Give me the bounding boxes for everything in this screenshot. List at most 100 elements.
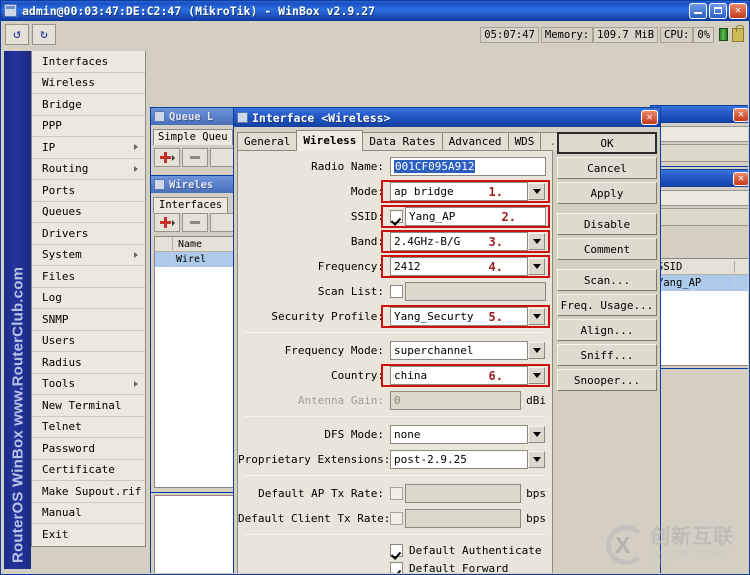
menu-label: Bridge (42, 97, 82, 111)
sidebar-item-users[interactable]: Users (32, 331, 145, 352)
default-client-tx-rate-checkbox[interactable] (390, 512, 403, 525)
sidebar-item-log[interactable]: Log (32, 288, 145, 309)
scan-button[interactable]: Scan... (557, 269, 657, 291)
sidebar-item-wireless[interactable]: Wireless (32, 73, 145, 94)
scan-list-checkbox[interactable] (390, 285, 403, 298)
tab-wds[interactable]: WDS (507, 132, 542, 151)
menu-label: Radius (42, 355, 82, 369)
field-security-profile: Security Profile: Yang_Securty 5. (238, 305, 552, 328)
default-forward-checkbox[interactable] (390, 562, 403, 573)
dfs-mode-dropdown-button[interactable] (528, 426, 545, 443)
sidebar-item-routing[interactable]: Routing (32, 159, 145, 180)
band-select[interactable]: 2.4GHz-B/G 3. (390, 232, 528, 251)
comment-button[interactable]: Comment (557, 238, 657, 260)
sidebar-item-ports[interactable]: Ports (32, 180, 145, 202)
security-profile-dropdown-button[interactable] (528, 308, 545, 325)
tab-simple-queues[interactable]: Simple Queu (153, 129, 233, 145)
radio-name-input[interactable]: 001CF095A912 (390, 157, 546, 176)
sidebar-item-certificate[interactable]: Certificate (32, 460, 145, 481)
country-dropdown-button[interactable] (528, 367, 545, 384)
ssid-checkbox[interactable] (390, 210, 403, 223)
sidebar-item-files[interactable]: Files (32, 266, 145, 288)
close-icon[interactable]: ✕ (729, 2, 747, 19)
sidebar-item-ip[interactable]: IP (32, 137, 145, 159)
sidebar-item-interfaces[interactable]: Interfaces (32, 51, 145, 73)
sidebar-item-manual[interactable]: Manual (32, 503, 145, 524)
sidebar-item-password[interactable]: Password (32, 438, 145, 460)
default-authenticate-checkbox[interactable] (390, 544, 403, 557)
sidebar-item-exit[interactable]: Exit (32, 524, 145, 546)
maximize-button[interactable] (709, 2, 727, 19)
country-value: china (394, 369, 428, 382)
scan-list-input[interactable] (405, 282, 546, 301)
snooper-button[interactable]: Snooper... (557, 369, 657, 391)
remove-interface-button[interactable] (182, 213, 208, 232)
sidebar-item-queues[interactable]: Queues (32, 202, 145, 223)
dialog-titlebar: Interface <Wireless> ✕ (234, 108, 660, 127)
frequency-mode-dropdown-button[interactable] (528, 342, 545, 359)
close-icon[interactable]: ✕ (733, 171, 748, 186)
header-name-column: Name (178, 238, 203, 250)
add-queue-button[interactable] (154, 148, 180, 167)
minimize-button[interactable] (689, 2, 707, 19)
ok-button[interactable]: OK (557, 132, 657, 154)
proprietary-extensions-select[interactable]: post-2.9.25 (390, 450, 528, 469)
disable-button[interactable]: Disable (557, 213, 657, 235)
undo-icon[interactable]: ↺ (5, 24, 29, 45)
sidebar-item-ppp[interactable]: PPP (32, 116, 145, 137)
sidebar-item-bridge[interactable]: Bridge (32, 94, 145, 116)
align-button[interactable]: Align... (557, 319, 657, 341)
right-window-1-panel (653, 126, 748, 142)
country-select[interactable]: china 6. (390, 366, 528, 385)
sidebar-item-make-supout[interactable]: Make Supout.rif (32, 481, 145, 503)
tab-general[interactable]: General (237, 132, 298, 151)
menu-label: Ports (42, 183, 76, 197)
field-default-forward[interactable]: Default Forward (238, 560, 552, 573)
default-ap-tx-rate-label: Default AP Tx Rate: (258, 487, 384, 500)
redo-icon[interactable]: ↻ (32, 24, 56, 45)
radio-name-label: Radio Name: (311, 160, 384, 173)
close-icon[interactable]: ✕ (641, 110, 658, 125)
dfs-mode-select[interactable]: none (390, 425, 528, 444)
frequency-dropdown-button[interactable] (528, 258, 545, 275)
sidebar-item-drivers[interactable]: Drivers (32, 223, 145, 245)
freq-usage-button[interactable]: Freq. Usage... (557, 294, 657, 316)
menu-label: IP (42, 140, 56, 154)
default-ap-tx-rate-checkbox[interactable] (390, 487, 403, 500)
remove-queue-button[interactable] (182, 148, 208, 167)
ssid-input[interactable]: Yang_AP 2. (405, 207, 546, 226)
chevron-down-icon (532, 314, 541, 319)
right-background-window-2[interactable]: ✕ SSID Yang_AP (650, 169, 748, 369)
mode-dropdown-button[interactable] (528, 183, 545, 200)
security-profile-select[interactable]: Yang_Securty 5. (390, 307, 528, 326)
sidebar-item-radius[interactable]: Radius (32, 352, 145, 374)
sidebar-item-new-terminal[interactable]: New Terminal (32, 395, 145, 417)
table-row[interactable]: Yang_AP (654, 275, 748, 291)
tab-advanced[interactable]: Advanced (441, 132, 509, 151)
close-icon[interactable]: ✕ (733, 107, 748, 122)
default-client-tx-rate-input[interactable] (405, 509, 522, 528)
tab-interfaces[interactable]: Interfaces (153, 197, 229, 213)
field-default-authenticate[interactable]: Default Authenticate (238, 542, 552, 559)
sidebar-item-tools[interactable]: Tools (32, 374, 145, 395)
tab-wireless[interactable]: Wireless (296, 130, 364, 151)
interface-wireless-dialog[interactable]: Interface <Wireless> ✕ General Wireless … (233, 107, 661, 573)
sidebar-item-snmp[interactable]: SNMP (32, 309, 145, 331)
menu-label: Routing (42, 162, 89, 176)
tab-data-rates[interactable]: Data Rates (362, 132, 443, 151)
cancel-button[interactable]: Cancel (557, 157, 657, 179)
sniff-button[interactable]: Sniff... (557, 344, 657, 366)
frequency-select[interactable]: 2412 4. (390, 257, 528, 276)
default-ap-tx-rate-input[interactable] (405, 484, 522, 503)
mode-select[interactable]: ap bridge 1. (390, 182, 528, 201)
sidebar-item-telnet[interactable]: Telnet (32, 417, 145, 438)
sidebar-item-system[interactable]: System (32, 245, 145, 266)
band-dropdown-button[interactable] (528, 233, 545, 250)
menu-label: Password (42, 441, 95, 455)
frequency-mode-select[interactable]: superchannel (390, 341, 528, 360)
proprietary-extensions-dropdown-button[interactable] (528, 451, 545, 468)
add-interface-button[interactable] (154, 213, 180, 232)
ssid-list[interactable]: SSID Yang_AP (653, 258, 748, 366)
apply-button[interactable]: Apply (557, 182, 657, 204)
right-background-window-1[interactable]: ✕ (650, 105, 748, 167)
